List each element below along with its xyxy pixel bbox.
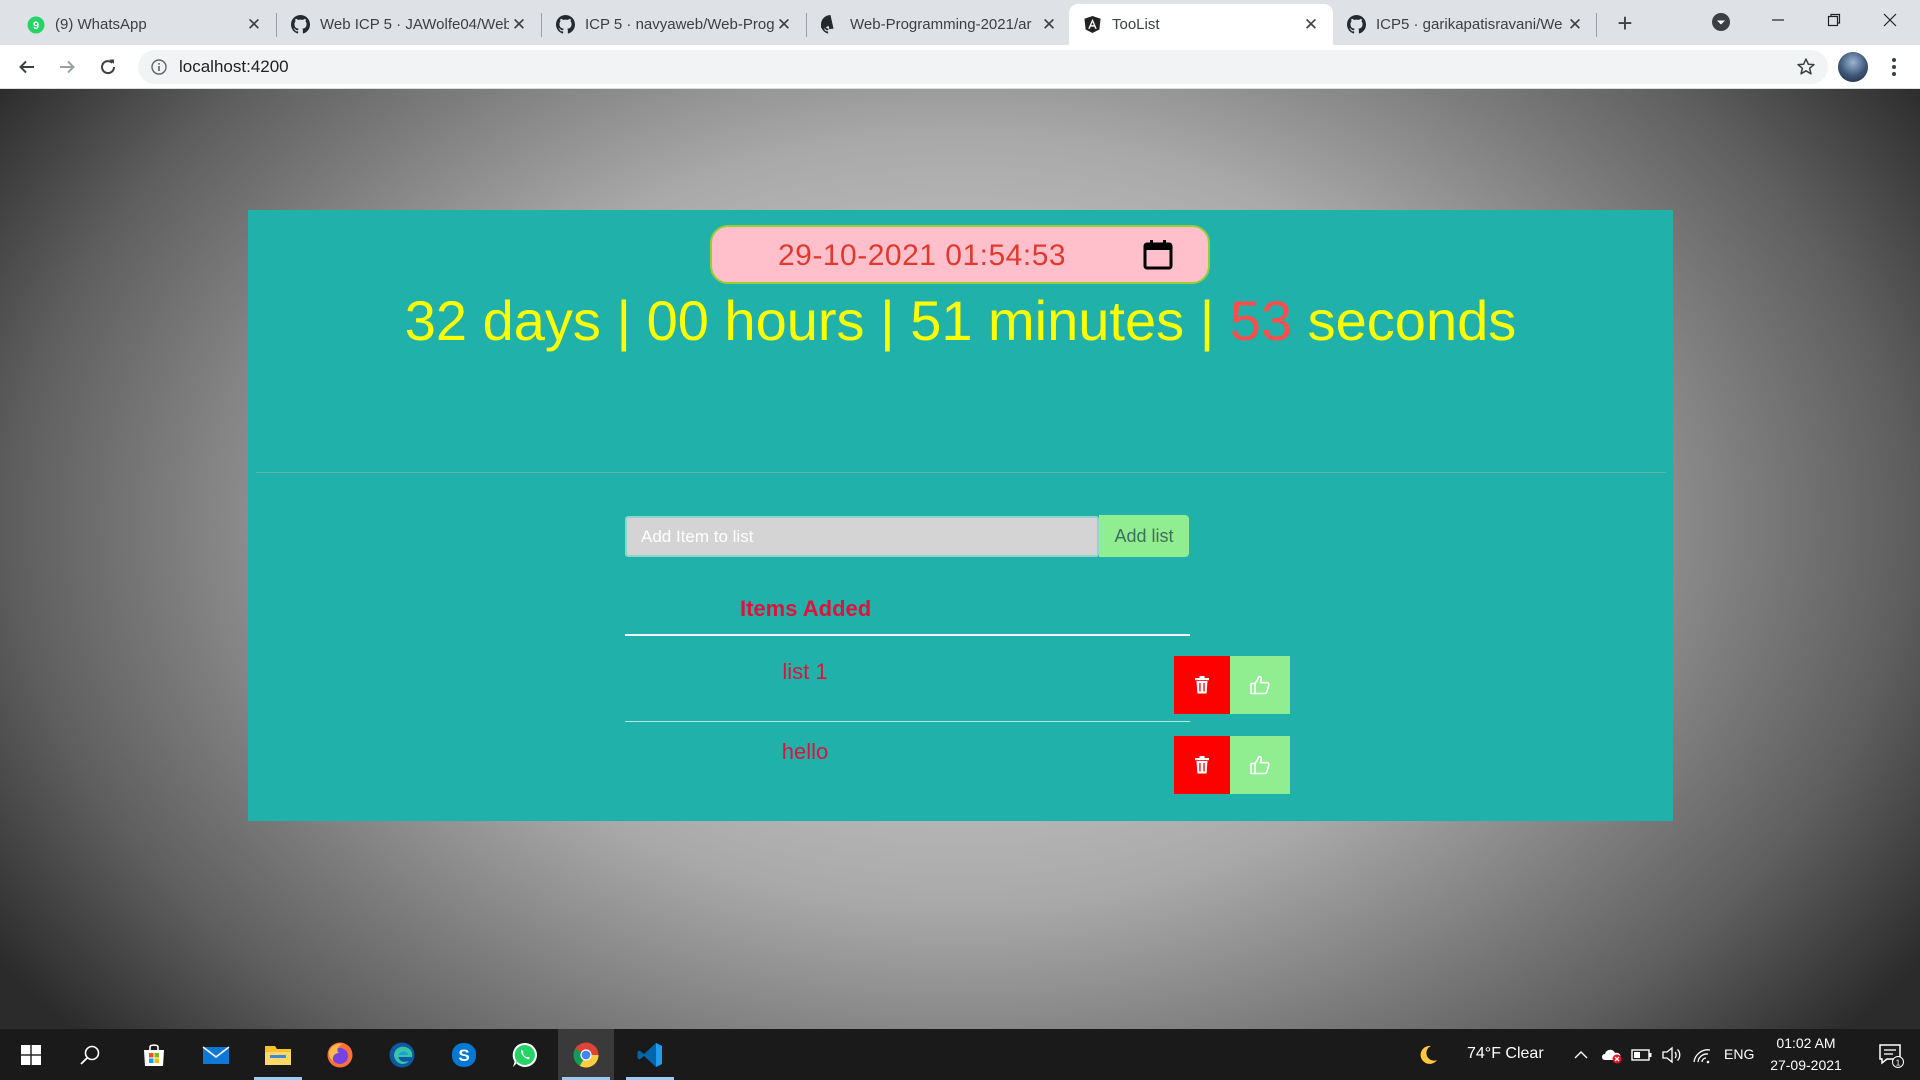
file-explorer-icon[interactable] [250,1029,306,1080]
tab-search-icon[interactable] [1709,10,1733,34]
add-list-button[interactable]: Add list [1099,515,1189,557]
vscode-icon[interactable] [622,1029,678,1080]
input-language[interactable]: ENG [1724,1046,1754,1062]
countdown-separator: | [1199,289,1215,352]
url-text: localhost:4200 [179,57,289,76]
search-icon[interactable] [62,1029,118,1080]
tab-title: Web-Programming-2021/ar [850,16,1032,33]
datetime-value: 29-10-2021 01:54:53 [778,239,1067,272]
wifi-icon[interactable] [1687,1029,1717,1080]
tab-whatsapp[interactable]: 9 (9) WhatsApp ✕ [12,4,276,45]
close-tab-icon[interactable]: ✕ [244,15,264,35]
tab-separator [1596,13,1597,37]
like-item-button[interactable] [1230,656,1290,714]
list-item-text: hello [781,739,829,764]
skype-icon[interactable]: S [436,1029,492,1080]
site-info-icon[interactable] [151,59,167,75]
list-item: list 1 [625,645,1290,722]
svg-text:1: 1 [1896,1057,1901,1067]
clock-time[interactable]: 01:02 AM [1766,1035,1846,1051]
close-tab-icon[interactable]: ✕ [1301,15,1321,35]
browser-menu-icon[interactable] [1882,55,1906,79]
section-divider [256,472,1666,473]
github-icon [556,15,575,34]
minimize-window-icon[interactable] [1750,0,1806,40]
volume-icon[interactable] [1657,1029,1687,1080]
trash-icon [1195,756,1209,774]
close-tab-icon[interactable]: ✕ [1565,15,1585,35]
back-arrow-icon[interactable] [12,52,42,82]
chrome-icon[interactable] [558,1029,614,1080]
forward-arrow-icon[interactable] [52,52,82,82]
countdown-seconds-unit: seconds [1307,289,1517,352]
edge-icon[interactable] [374,1029,430,1080]
browser-tab-strip: 9 (9) WhatsApp ✕ Web ICP 5 · JAWolfe04/W… [0,0,1920,45]
like-item-button[interactable] [1230,736,1290,794]
github-icon [291,15,310,34]
todo-panel: 29-10-2021 01:54:53 32 days | 00 hours |… [248,210,1673,821]
tab-title: ICP 5 · navyaweb/Web-Prog [585,16,774,33]
angular-icon [1083,15,1102,34]
calendar-icon[interactable] [1142,239,1174,271]
show-hidden-icons-chevron-icon[interactable] [1568,1029,1594,1080]
countdown-seconds-value: 53 [1229,289,1293,352]
restore-window-icon[interactable] [1806,0,1862,40]
countdown-separator: | [616,289,632,352]
browser-toolbar: localhost:4200 [0,45,1920,89]
windows-taskbar: S 74°F Clear ENG 01:02 AM 27-09-2021 1 [0,1029,1920,1080]
close-tab-icon[interactable]: ✕ [1039,15,1059,35]
thumbs-up-icon [1250,755,1270,775]
reload-icon[interactable] [93,52,123,82]
tab-github-garikapati[interactable]: ICP5 · garikapatisravani/We ✕ [1333,4,1597,45]
thumbs-up-icon [1250,675,1270,695]
weather-text[interactable]: 74°F Clear [1467,1045,1544,1063]
github-icon [1347,15,1366,34]
new-tab-plus-icon[interactable]: + [1610,8,1640,38]
onedrive-icon[interactable] [1597,1029,1627,1080]
close-tab-icon[interactable]: ✕ [774,15,794,35]
github-icon [821,15,840,34]
close-tab-icon[interactable]: ✕ [509,15,529,35]
mail-icon[interactable] [188,1029,244,1080]
firefox-icon[interactable] [312,1029,368,1080]
add-item-input[interactable] [625,516,1099,557]
weather-moon-icon[interactable] [1413,1029,1443,1080]
notifications-icon[interactable]: 1 [1866,1029,1916,1080]
battery-icon[interactable] [1627,1029,1657,1080]
countdown-minutes: 51 minutes [910,289,1185,352]
trash-icon [1195,676,1209,694]
datetime-picker[interactable]: 29-10-2021 01:54:53 [710,225,1210,284]
items-header-label: Items Added [740,596,872,621]
items-header: Items Added [625,596,1190,636]
list-item: hello [625,722,1290,799]
delete-item-button[interactable] [1174,656,1230,714]
windows-start-icon[interactable] [3,1029,59,1080]
page-viewport: 29-10-2021 01:54:53 32 days | 00 hours |… [0,89,1920,1029]
countdown-hours: 00 hours [646,289,865,352]
svg-text:S: S [458,1046,469,1065]
address-bar[interactable]: localhost:4200 [138,50,1828,84]
bookmark-star-icon[interactable] [1796,57,1816,77]
svg-text:9: 9 [32,20,38,32]
tab-title: Web ICP 5 · JAWolfe04/Web- [320,16,509,33]
tab-github-navyaweb[interactable]: ICP 5 · navyaweb/Web-Prog ✕ [542,4,806,45]
delete-item-button[interactable] [1174,736,1230,794]
profile-avatar[interactable] [1838,52,1868,82]
countdown-separator: | [880,289,895,352]
whatsapp-favicon-icon: 9 [26,15,45,34]
clock-date[interactable]: 27-09-2021 [1766,1057,1846,1073]
countdown-days: 32 days [404,289,601,352]
microsoft-store-icon[interactable] [126,1029,182,1080]
whatsapp-icon[interactable] [497,1029,553,1080]
tab-toolist[interactable]: TooList ✕ [1069,4,1333,45]
close-window-icon[interactable] [1862,0,1918,40]
tab-title: ICP5 · garikapatisravani/We [1376,16,1563,33]
countdown-display: 32 days | 00 hours | 51 minutes | 53 sec… [248,286,1673,356]
tab-title: (9) WhatsApp [55,16,147,33]
list-item-text: list 1 [782,659,828,684]
tab-github-jawolfe[interactable]: Web ICP 5 · JAWolfe04/Web- ✕ [277,4,541,45]
tab-title: TooList [1112,16,1160,33]
tab-github-web-programming[interactable]: Web-Programming-2021/ar ✕ [807,4,1071,45]
